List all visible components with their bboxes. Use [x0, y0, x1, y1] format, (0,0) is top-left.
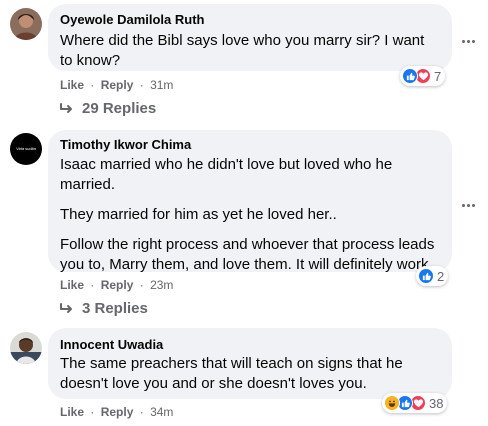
- reaction-summary[interactable]: 2: [416, 266, 449, 286]
- comment-author[interactable]: Timothy Ikwor Chima: [60, 137, 440, 153]
- like-icon: [418, 268, 434, 284]
- comment-text: The same preachers that will teach on si…: [60, 355, 403, 392]
- like-icon: [402, 68, 418, 84]
- reaction-count: 38: [429, 395, 444, 411]
- comment-paragraph: They married for him as yet he loved her…: [60, 206, 337, 223]
- comment-actions: Like · Reply · 23m: [60, 278, 174, 292]
- reply-arrow-icon: [60, 103, 72, 113]
- more-options-icon[interactable]: [456, 193, 480, 217]
- reaction-count: 2: [437, 268, 445, 284]
- comment-text: Where did the Bibl says love who you mar…: [60, 32, 425, 69]
- like-button[interactable]: Like: [60, 278, 84, 292]
- commenter-avatar[interactable]: [10, 332, 42, 364]
- comment-paragraph: Follow the right process and whoever tha…: [60, 236, 435, 273]
- commenter-avatar[interactable]: [10, 8, 42, 40]
- view-replies-button[interactable]: 3 Replies: [60, 299, 148, 319]
- reply-button[interactable]: Reply: [101, 278, 134, 292]
- more-options-icon[interactable]: [456, 29, 480, 53]
- replies-count-label: 3 Replies: [82, 300, 148, 317]
- comment-bubble: Oyewole Damilola Ruth Where did the Bibl…: [48, 4, 452, 71]
- comment-timestamp[interactable]: 23m: [150, 278, 173, 292]
- comment-actions: Like · Reply · 34m: [60, 405, 174, 419]
- comment-text: Isaac married who he didn't love but lov…: [60, 155, 440, 275]
- haha-icon: [384, 395, 400, 411]
- like-button[interactable]: Like: [60, 78, 84, 92]
- comment-timestamp[interactable]: 34m: [150, 405, 173, 419]
- comment-actions: Like · Reply · 31m: [60, 78, 174, 92]
- replies-count-label: 29 Replies: [82, 100, 157, 117]
- reaction-count: 7: [434, 68, 442, 84]
- comment-bubble: Innocent Uwadia The same preachers that …: [48, 328, 452, 399]
- comment-timestamp[interactable]: 31m: [150, 78, 173, 92]
- comment-author[interactable]: Innocent Uwadia: [60, 337, 440, 353]
- reply-button[interactable]: Reply: [101, 405, 134, 419]
- avatar-logo-text: Vida sudita: [16, 146, 36, 151]
- reply-button[interactable]: Reply: [101, 78, 134, 92]
- comment-paragraph: Isaac married who he didn't love but lov…: [60, 156, 393, 193]
- reaction-summary[interactable]: 7: [400, 66, 446, 86]
- reply-arrow-icon: [60, 303, 72, 313]
- comment-bubble: Timothy Ikwor Chima Isaac married who he…: [48, 130, 452, 275]
- like-button[interactable]: Like: [60, 405, 84, 419]
- commenter-avatar[interactable]: Vida sudita: [10, 133, 42, 165]
- reaction-summary[interactable]: 38: [382, 393, 448, 413]
- comment-author[interactable]: Oyewole Damilola Ruth: [60, 12, 440, 28]
- view-replies-button[interactable]: 29 Replies: [60, 99, 156, 119]
